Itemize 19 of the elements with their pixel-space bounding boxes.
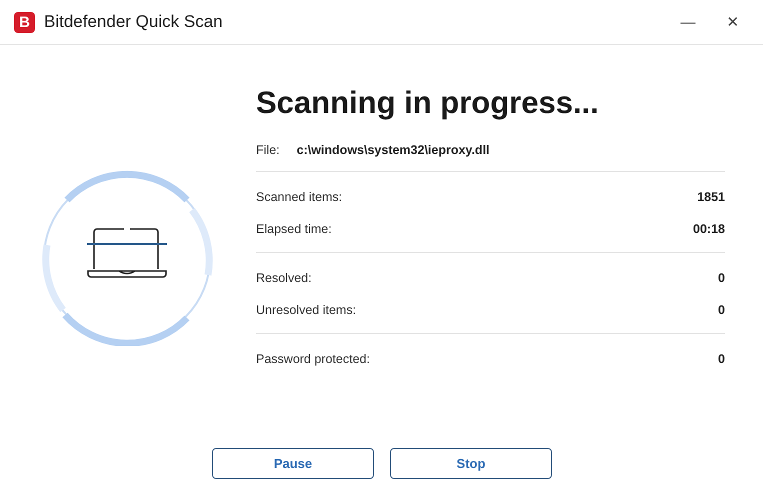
close-button[interactable]: ✕ xyxy=(717,13,749,31)
stat-label: Unresolved items: xyxy=(256,303,356,317)
stop-button[interactable]: Stop xyxy=(390,448,552,479)
file-path: c:\windows\system32\ieproxy.dll xyxy=(296,143,490,157)
stat-value: 1851 xyxy=(697,190,725,204)
stat-value: 00:18 xyxy=(693,222,725,236)
scan-status-heading: Scanning in progress... xyxy=(256,85,600,121)
stat-label: Scanned items: xyxy=(256,190,342,204)
stat-label: Password protected: xyxy=(256,352,370,366)
stat-label: Elapsed time: xyxy=(256,222,332,236)
pause-button[interactable]: Pause xyxy=(212,448,374,479)
window-title: Bitdefender Quick Scan xyxy=(44,12,224,32)
stat-label: Resolved: xyxy=(256,271,312,285)
app-logo: B xyxy=(14,12,35,32)
stat-value: 0 xyxy=(718,352,725,366)
stat-value: 0 xyxy=(718,303,725,317)
file-label: File: xyxy=(256,143,280,157)
minimize-button[interactable]: — xyxy=(672,14,704,30)
stat-value: 0 xyxy=(718,271,725,285)
